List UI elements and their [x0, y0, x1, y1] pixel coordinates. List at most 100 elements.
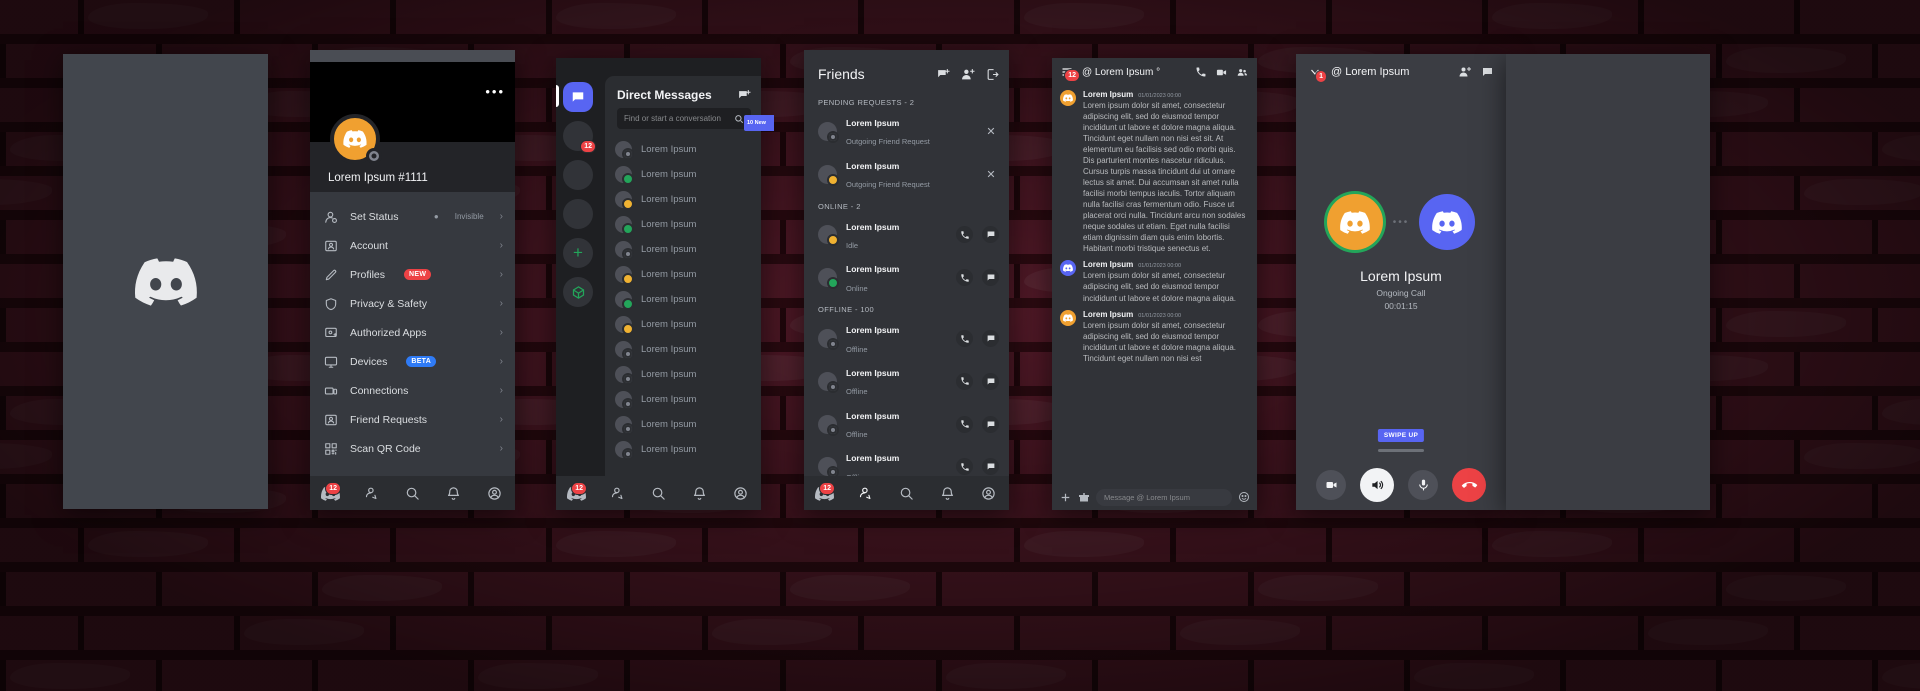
guild-item[interactable]: [563, 160, 593, 190]
nav-search[interactable]: [638, 486, 679, 501]
dm-list-item[interactable]: Lorem Ipsum: [605, 187, 761, 212]
nav-bell[interactable]: [927, 486, 968, 501]
dm-list-item[interactable]: Lorem Ipsum: [605, 387, 761, 412]
members-icon[interactable]: [1236, 67, 1249, 78]
video-icon[interactable]: [1215, 67, 1228, 78]
friend-row[interactable]: Lorem Ipsum Outgoing Friend Request ✕: [804, 110, 1009, 153]
call-participants: •••: [1296, 194, 1506, 250]
end-call-icon[interactable]: [1452, 468, 1486, 502]
message-icon[interactable]: [982, 458, 999, 476]
friend-row[interactable]: Lorem Ipsum Offline: [804, 317, 1009, 360]
call-icon[interactable]: [956, 269, 973, 287]
settings-row-scan-qr-code[interactable]: Scan QR Code ›: [310, 434, 515, 463]
guild-item[interactable]: [563, 199, 593, 229]
message-icon[interactable]: [982, 372, 999, 390]
nav-user-circle[interactable]: [474, 486, 515, 501]
dm-list-item[interactable]: Lorem Ipsum: [605, 237, 761, 262]
add-friend-icon[interactable]: [961, 68, 975, 81]
chat-icon[interactable]: [1481, 66, 1494, 78]
nav-search[interactable]: [886, 486, 927, 501]
message-icon[interactable]: [982, 330, 999, 348]
settings-row-set-status[interactable]: Set Status ● Invisible ›: [310, 202, 515, 231]
call-icon[interactable]: [956, 415, 973, 433]
status-badge: [622, 398, 634, 410]
nav-discord-home[interactable]: 12: [804, 481, 845, 501]
avatar[interactable]: [1060, 309, 1076, 326]
dm-list-item[interactable]: Lorem Ipsum: [605, 162, 761, 187]
collapse-call-icon[interactable]: 1: [1308, 66, 1327, 83]
speaker-icon[interactable]: [1360, 468, 1394, 502]
avatar: [615, 191, 634, 210]
nav-friends[interactable]: [597, 486, 638, 501]
nav-search[interactable]: [392, 486, 433, 501]
settings-row-friend-requests[interactable]: Friend Requests ›: [310, 405, 515, 434]
settings-row-devices[interactable]: Devices BETA ›: [310, 347, 515, 376]
avatar[interactable]: [1060, 260, 1076, 277]
more-options-icon[interactable]: •••: [485, 84, 505, 99]
nav-friends[interactable]: [351, 486, 392, 501]
settings-row-authorized-apps[interactable]: Authorized Apps ›: [310, 318, 515, 347]
dm-list-item[interactable]: Lorem Ipsum: [605, 437, 761, 462]
message-icon[interactable]: [982, 415, 999, 433]
settings-row-privacy-safety[interactable]: Privacy & Safety ›: [310, 289, 515, 318]
close-icon[interactable]: ✕: [983, 125, 999, 138]
friend-row[interactable]: Lorem Ipsum Offline: [804, 360, 1009, 403]
dm-list-item[interactable]: Lorem Ipsum: [605, 287, 761, 312]
call-icon[interactable]: [1195, 66, 1207, 78]
dm-header: Direct Messages: [605, 76, 761, 108]
new-message-icon[interactable]: [936, 68, 950, 81]
dm-list-item[interactable]: Lorem Ipsum: [605, 362, 761, 387]
dm-list-item[interactable]: Lorem Ipsum: [605, 312, 761, 337]
search-input[interactable]: Find or start a conversation: [617, 108, 751, 129]
nav-discord-home[interactable]: 12: [556, 481, 597, 501]
video-off-icon[interactable]: [1316, 470, 1346, 500]
explore-servers-icon[interactable]: [563, 277, 593, 307]
new-messages-chip[interactable]: 10 New: [744, 115, 774, 131]
microphone-icon[interactable]: [1408, 470, 1438, 500]
message-icon[interactable]: [982, 226, 999, 244]
swipe-up-hint[interactable]: SWIPE UP: [1377, 429, 1425, 442]
caller-name: Lorem Ipsum: [1360, 268, 1442, 284]
dm-home-icon[interactable]: [563, 82, 593, 112]
avatar[interactable]: [1060, 90, 1076, 106]
emoji-icon[interactable]: [1238, 491, 1250, 503]
drag-handle[interactable]: [1378, 449, 1424, 452]
dm-list-item[interactable]: Lorem Ipsum: [605, 412, 761, 437]
gift-icon[interactable]: [1078, 491, 1090, 503]
dm-list-item[interactable]: Lorem Ipsum: [605, 212, 761, 237]
dm-list-item[interactable]: Lorem Ipsum: [605, 137, 761, 162]
nav-user-circle[interactable]: [968, 486, 1009, 501]
friend-row[interactable]: Lorem Ipsum Outgoing Friend Request ✕: [804, 153, 1009, 196]
settings-row-profiles[interactable]: Profiles NEW ›: [310, 260, 515, 289]
call-icon[interactable]: [956, 226, 973, 244]
add-member-icon[interactable]: [1458, 66, 1472, 78]
add-server-icon[interactable]: +: [563, 238, 593, 268]
call-icon[interactable]: [956, 458, 973, 476]
settings-row-account[interactable]: Account ›: [310, 231, 515, 260]
new-message-icon[interactable]: [737, 89, 751, 102]
username: Lorem Ipsum #1111: [328, 172, 428, 184]
call-icon[interactable]: [956, 372, 973, 390]
nav-user-circle[interactable]: [720, 486, 761, 501]
nav-bell[interactable]: [679, 486, 720, 501]
nav-bell[interactable]: [433, 486, 474, 501]
friend-substatus: Idle: [846, 240, 859, 250]
menu-back-icon[interactable]: 12: [1060, 66, 1080, 82]
friend-requests-icon[interactable]: [986, 68, 999, 81]
settings-row-connections[interactable]: Connections ›: [310, 376, 515, 405]
call-icon[interactable]: [956, 330, 973, 348]
nav-friends[interactable]: [845, 486, 886, 501]
message-input[interactable]: Message @ Lorem Ipsum: [1096, 488, 1232, 506]
dm-list-item[interactable]: Lorem Ipsum: [605, 262, 761, 287]
plus-circle-icon[interactable]: [1059, 491, 1072, 504]
badge-new: NEW: [404, 269, 432, 280]
avatar[interactable]: [330, 114, 382, 164]
guild-item[interactable]: 12: [563, 121, 596, 153]
message-icon[interactable]: [982, 269, 999, 287]
close-icon[interactable]: ✕: [983, 168, 999, 181]
friend-row[interactable]: Lorem Ipsum Idle: [804, 214, 1009, 257]
dm-list-item[interactable]: Lorem Ipsum: [605, 337, 761, 362]
nav-discord-home[interactable]: 12: [310, 481, 351, 501]
friend-row[interactable]: Lorem Ipsum Offline: [804, 403, 1009, 446]
friend-row[interactable]: Lorem Ipsum Online: [804, 256, 1009, 299]
